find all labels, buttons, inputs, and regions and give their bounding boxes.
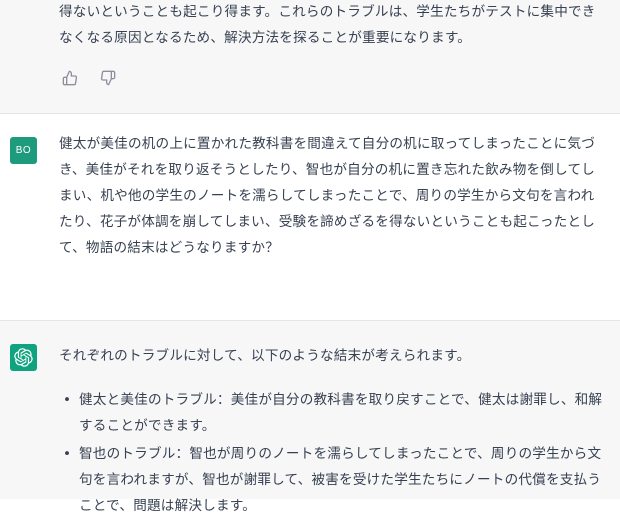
bullet-line: することができます。 [79,418,216,434]
thumbs-down-icon[interactable] [100,70,116,86]
user-message-line: 健太が美佳の机の上に置かれた教科書を間違えて自分の机に取ってしまったことに気づ [59,136,596,152]
user-message-line: たり、花子が体調を崩してしまい、受験を諦めざるを得ないということも起こったとし [59,214,596,230]
assistant-intro-line: それぞれのトラブルに対して、以下のような結末が考えられます。 [59,348,471,364]
list-item: • 智也のトラブル：智也が周りのノートを濡らしてしまったことで、周りの学生から文… [63,441,603,519]
user-avatar: BO [10,137,37,164]
bullet-line: 健太と美佳のトラブル：美佳が自分の教科書を取り戻すことで、健太は謝罪し、和解 [79,392,603,408]
bullet-dot: • [63,446,72,462]
previous-response-line: なくなる原因となるため、解決方法を探ることが重要になります。 [59,30,472,46]
user-message-line: き、美佳がそれを取り返そうとしたり、智也が自分の机に置き忘れた飲み物を倒してし [59,162,596,178]
assistant-message: それぞれのトラブルに対して、以下のような結末が考えられます。 • 健太と美佳のト… [0,321,620,514]
user-message-line: まい、机や他の学生のノートを濡らしてしまったことで、周りの学生から文句を言われ [59,188,595,204]
assistant-bullet-list: • 健太と美佳のトラブル：美佳が自分の教科書を取り戻すことで、健太は謝罪し、和解… [63,387,603,521]
bullet-line: 句を言われますが、智也が謝罪して、被害を受けた学生たちにノートの代償を支払う [79,472,602,488]
previous-response-text: 得ないということも起こり得ます。これらのトラブルは、学生たちがテストに集中でき … [59,0,599,51]
feedback-buttons [62,70,116,86]
assistant-avatar [10,344,37,371]
previous-assistant-message: 得ないということも起こり得ます。これらのトラブルは、学生たちがテストに集中でき … [0,0,620,114]
bullet-dot: • [63,392,72,408]
user-message: 健太が美佳の机の上に置かれた教科書を間違えて自分の机に取ってしまったことに気づ … [0,114,620,321]
user-message-line: て、物語の結末はどうなりますか？ [59,240,280,256]
previous-response-line: 得ないということも起こり得ます。これらのトラブルは、学生たちがテストに集中でき [59,4,596,20]
thumbs-up-icon[interactable] [62,70,78,86]
bullet-line: 智也のトラブル：智也が周りのノートを濡らしてしまったことで、周りの学生から文 [79,446,602,462]
list-item: • 健太と美佳のトラブル：美佳が自分の教科書を取り戻すことで、健太は謝罪し、和解… [63,387,603,439]
openai-logo-icon [14,348,33,367]
bullet-line: ことで、問題は解決します。 [79,498,257,514]
assistant-intro: それぞれのトラブルに対して、以下のような結末が考えられます。 [59,343,599,369]
user-message-text: 健太が美佳の机の上に置かれた教科書を間違えて自分の机に取ってしまったことに気づ … [59,131,599,261]
